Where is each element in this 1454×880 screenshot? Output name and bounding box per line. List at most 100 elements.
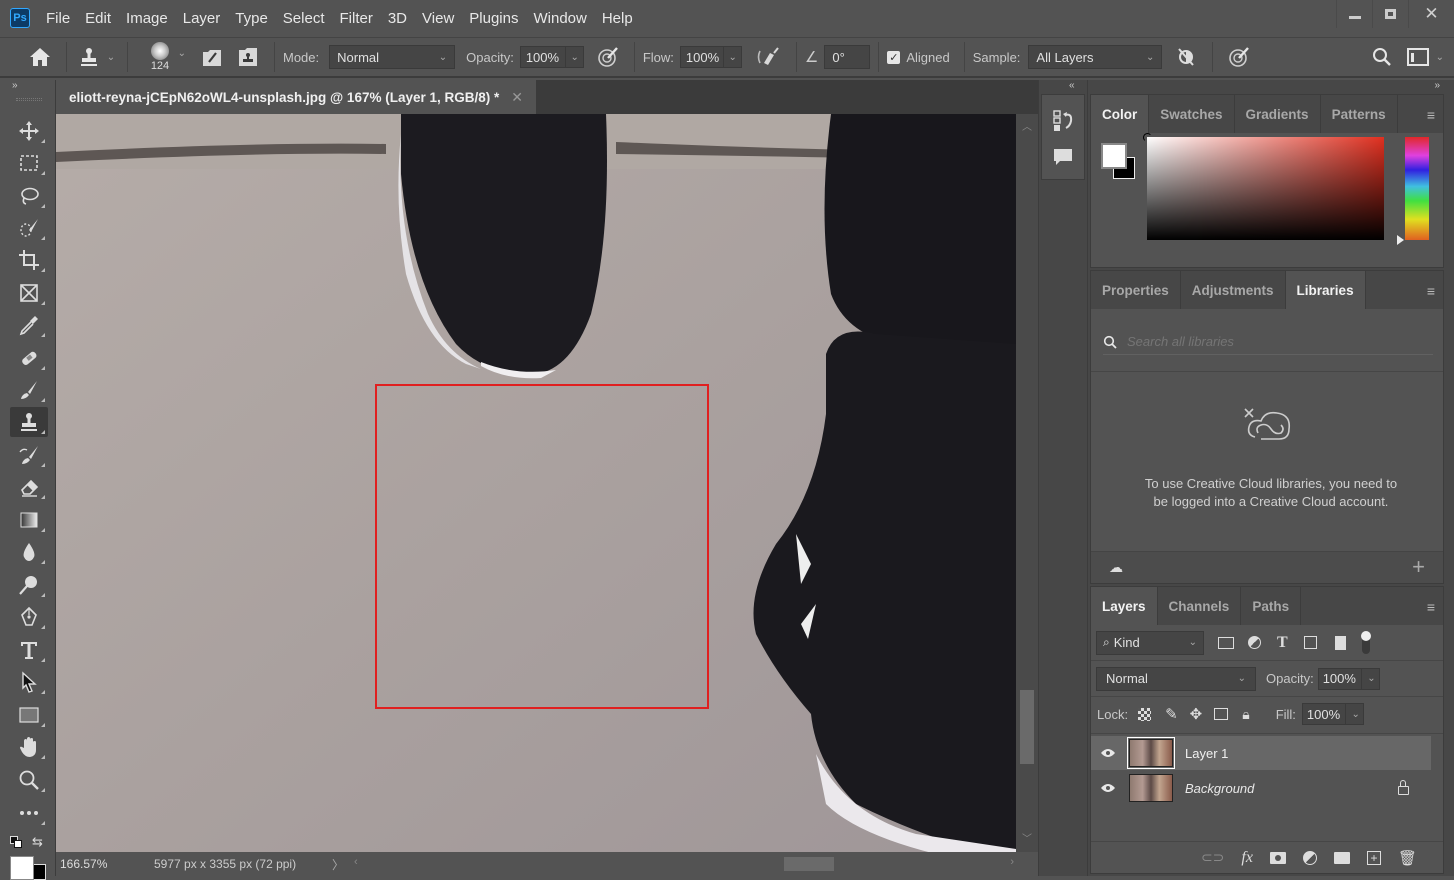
color-panel-foreground-swatch[interactable] [1101,143,1127,169]
status-menu-arrow[interactable]: 〉 [332,856,344,873]
panel-menu-icon[interactable]: ≡ [1427,107,1435,123]
tab-layers[interactable]: Layers [1091,587,1158,625]
tool-dodge[interactable] [10,570,48,600]
minimize-button[interactable] [1336,0,1372,28]
color-picker-marker[interactable] [1143,133,1152,142]
default-colors-icon[interactable] [10,836,24,850]
new-layer-icon[interactable]: + [1366,850,1381,865]
menu-window[interactable]: Window [533,10,586,27]
filter-adjustment-layers-icon[interactable] [1248,636,1261,649]
scroll-up-icon[interactable]: ︿ [1022,118,1032,133]
toggle-clone-source-button[interactable] [230,47,266,67]
tool-eraser[interactable] [10,472,48,502]
link-layers-icon[interactable]: ⊂⊃ [1201,849,1224,866]
menu-layer[interactable]: Layer [183,10,221,27]
tool-pen[interactable] [10,602,48,632]
chevron-down-icon[interactable]: ⌄ [1436,52,1444,63]
tab-adjustments[interactable]: Adjustments [1181,271,1286,309]
tool-lasso[interactable] [10,181,48,211]
menu-file[interactable]: File [46,10,70,27]
vertical-scrollbar[interactable]: ︿ ﹀ [1016,114,1038,854]
tool-gradient[interactable] [10,505,48,535]
tool-blur[interactable] [10,537,48,567]
layer-opacity-input[interactable]: 100% [1317,667,1362,690]
tab-channels[interactable]: Channels [1158,587,1242,625]
horizontal-scrollbar[interactable]: ‹ › [354,855,1014,873]
filter-smart-objects-icon[interactable] [1334,635,1346,650]
ignore-adjustment-layers-button[interactable] [1168,47,1204,67]
search-button[interactable] [1364,47,1400,67]
tool-brush[interactable] [10,375,48,405]
lock-image-pixels-icon[interactable]: ✎ [1165,705,1178,723]
layer-visibility-toggle[interactable] [1091,748,1125,758]
filter-type-layers-icon[interactable]: T [1277,634,1288,652]
scroll-thumb[interactable] [1020,690,1034,764]
layer-visibility-toggle[interactable] [1091,783,1125,793]
lock-all-icon[interactable]: 🔒︎ [1242,706,1249,723]
blend-mode-select[interactable]: Normal ⌄ [1096,666,1256,691]
menu-filter[interactable]: Filter [340,10,373,27]
hue-slider[interactable] [1405,137,1429,240]
document-tab[interactable]: eliott-reyna-jCEpN62oWL4-unsplash.jpg @ … [56,80,536,114]
tab-paths[interactable]: Paths [1241,587,1302,625]
brush-preset-picker[interactable]: 124 ⌄ [136,42,186,72]
fill-input[interactable]: 100% [1301,703,1346,725]
foreground-color-swatch[interactable] [10,856,34,880]
collapse-dock-icon[interactable]: « [1069,80,1075,91]
fill-dropdown[interactable]: ⌄ [1345,703,1364,725]
close-button[interactable]: ✕ [1408,0,1454,28]
scroll-left-icon[interactable]: ‹ [354,856,358,868]
pressure-size-button[interactable] [1221,46,1257,68]
close-document-icon[interactable]: ✕ [511,89,523,106]
tool-history-brush[interactable] [10,440,48,470]
tool-crop[interactable] [10,245,48,275]
layer-name[interactable]: Layer 1 [1185,746,1228,761]
panel-menu-icon[interactable]: ≡ [1427,599,1435,615]
tool-clone-stamp[interactable] [10,407,48,437]
tool-more-tools[interactable] [10,798,48,828]
expand-panels-icon[interactable]: » [1434,80,1440,91]
pressure-opacity-button[interactable] [590,46,626,68]
lock-artboard-icon[interactable] [1214,708,1229,720]
color-field[interactable] [1143,133,1384,240]
scroll-down-icon[interactable]: ﹀ [1022,830,1032,845]
add-layer-style-icon[interactable]: fx [1241,849,1253,867]
tool-hand[interactable] [10,732,48,762]
menu-view[interactable]: View [422,10,454,27]
tool-frame[interactable] [10,278,48,308]
menu-help[interactable]: Help [602,10,633,27]
layer-lock-icon[interactable] [1398,780,1409,795]
document-canvas[interactable] [56,114,1016,854]
libraries-search[interactable] [1103,329,1433,355]
libraries-search-input[interactable] [1127,334,1407,349]
aligned-checkbox[interactable]: ✓ [887,50,901,64]
comments-panel-button[interactable] [1052,147,1074,170]
flow-dropdown[interactable]: ⌄ [723,46,742,68]
tool-rectangular-marquee[interactable] [10,148,48,178]
opacity-input[interactable]: 100% [519,46,566,68]
tool-eyedropper[interactable] [10,310,48,340]
opacity-dropdown[interactable]: ⌄ [565,46,584,68]
filter-shape-layers-icon[interactable] [1303,636,1317,649]
scroll-thumb[interactable] [784,857,835,871]
sample-select[interactable]: All Layers ⌄ [1028,45,1163,69]
menu-edit[interactable]: Edit [85,10,111,27]
tool-quick-selection[interactable] [10,213,48,243]
history-panel-button[interactable] [1052,109,1076,136]
mode-select[interactable]: Normal ⌄ [329,45,456,69]
restore-button[interactable] [1372,0,1408,28]
tool-zoom[interactable] [10,765,48,795]
menu-plugins[interactable]: Plugins [469,10,518,27]
panel-menu-icon[interactable]: ≡ [1427,283,1435,299]
filter-toggle-switch[interactable] [1360,630,1371,654]
menu-type[interactable]: Type [235,10,268,27]
collapse-toolbar-button[interactable]: » [12,80,18,91]
layer-row-layer-1[interactable]: Layer 1 [1091,736,1431,770]
tool-move[interactable] [10,116,48,146]
swap-colors-icon[interactable]: ⇆ [32,834,43,850]
airbrush-button[interactable] [748,47,788,67]
menu-image[interactable]: Image [126,10,168,27]
layer-filter-kind-select[interactable]: ⌕ Kind ⌄ [1096,630,1204,655]
flow-input[interactable]: 100% [679,46,724,68]
layer-row-background[interactable]: Background [1091,771,1431,805]
